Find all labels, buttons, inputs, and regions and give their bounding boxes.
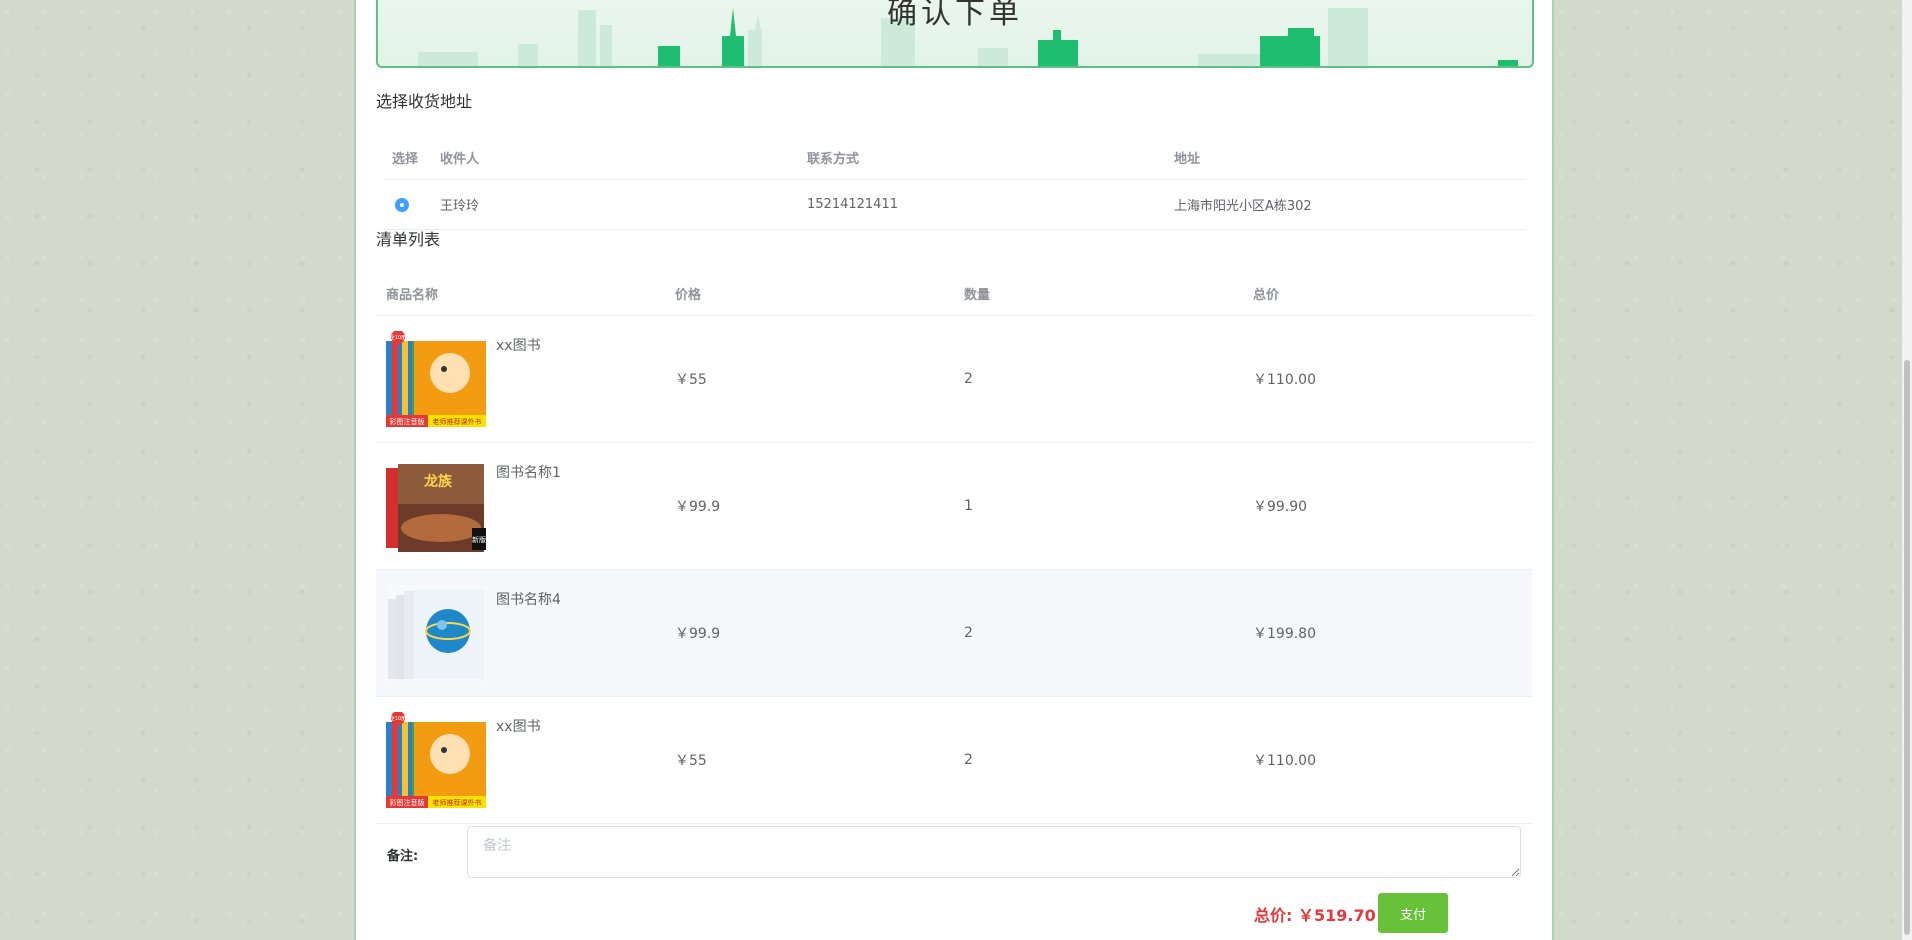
cart-table-header: 商品名称 价格 数量 总价: [376, 271, 1532, 316]
col-phone: 联系方式: [806, 135, 1173, 180]
col-receiver: 收件人: [439, 135, 806, 180]
qty-cell: 1: [954, 442, 1243, 570]
total-cell: ￥199.80: [1243, 569, 1532, 697]
cart-section-title: 清单列表: [376, 230, 441, 249]
col-goods-name: 商品名称: [376, 271, 665, 316]
remark-label: 备注:: [387, 849, 419, 864]
goods-name: xx图书: [496, 338, 541, 354]
header-banner: 确认下单: [376, 0, 1534, 68]
dragon-book-cover-icon: 龙族 新版: [386, 458, 486, 554]
address-select-cell: [384, 179, 439, 230]
price-cell: ￥55: [665, 696, 954, 824]
address-row[interactable]: 王玲玲 15214121411 上海市阳光小区A栋302: [384, 179, 1526, 230]
col-select: 选择: [384, 135, 439, 180]
order-total: 总价: ￥519.70: [1254, 902, 1376, 926]
total-cell: ￥110.00: [1243, 315, 1532, 443]
cart-row: 彩图注音版 老师推荐课外书 全10册 xx图书 ￥55 2 ￥110.00: [376, 696, 1532, 824]
remark-textarea[interactable]: [467, 826, 1521, 878]
svg-text:彩图注音版: 彩图注音版: [390, 417, 425, 426]
receiver-cell: 王玲玲: [439, 179, 806, 230]
svg-text:老师推荐课外书: 老师推荐课外书: [433, 417, 482, 426]
order-total-value: ￥519.70: [1297, 906, 1376, 925]
phone-cell: 15214121411: [806, 179, 1173, 230]
qty-cell: 2: [954, 696, 1243, 824]
qty-cell: 2: [954, 569, 1243, 697]
blue-globe-book-cover-icon: [386, 585, 486, 681]
order-total-label: 总价:: [1254, 906, 1293, 925]
pay-button[interactable]: 支付: [1378, 893, 1448, 933]
scrollbar-thumb[interactable]: [1904, 360, 1910, 935]
svg-text:全10册: 全10册: [390, 715, 406, 722]
checkout-page: 确认下单 选择收货地址 选择 收件人 联系方式 地址 王玲玲 152141214…: [354, 0, 1554, 940]
goods-cell: 彩图注音版 老师推荐课外书 全10册 xx图书: [376, 315, 665, 443]
svg-text:全10册: 全10册: [390, 334, 406, 341]
col-total: 总价: [1243, 271, 1532, 316]
address-section-title: 选择收货地址: [376, 92, 473, 111]
cart-row: 图书名称4 ￥99.9 2 ￥199.80: [376, 569, 1532, 697]
goods-name: xx图书: [496, 719, 541, 735]
col-address: 地址: [1173, 135, 1526, 180]
cart-table: 商品名称 价格 数量 总价 彩图注音版 老师推荐课外书 全10册 xx图书 ￥5…: [376, 271, 1532, 824]
col-price: 价格: [665, 271, 954, 316]
svg-text:老师推荐课外书: 老师推荐课外书: [433, 798, 482, 807]
orange-kids-book-cover-icon: 彩图注音版 老师推荐课外书 全10册: [386, 330, 486, 427]
col-qty: 数量: [954, 271, 1243, 316]
price-cell: ￥55: [665, 315, 954, 443]
total-cell: ￥110.00: [1243, 696, 1532, 824]
address-table: 选择 收件人 联系方式 地址 王玲玲 15214121411 上海市阳光小区A栋…: [384, 135, 1526, 230]
goods-cell: 彩图注音版 老师推荐课外书 全10册 xx图书: [376, 696, 665, 824]
price-cell: ￥99.9: [665, 442, 954, 570]
page-scrollbar[interactable]: [1902, 0, 1912, 940]
goods-cell: 图书名称4: [376, 569, 665, 697]
address-radio[interactable]: [395, 197, 409, 212]
orange-kids-book-cover-icon: 彩图注音版 老师推荐课外书 全10册: [386, 711, 486, 808]
svg-text:龙族: 龙族: [423, 473, 453, 490]
address-cell: 上海市阳光小区A栋302: [1173, 179, 1526, 230]
cart-row: 彩图注音版 老师推荐课外书 全10册 xx图书 ￥55 2 ￥110.00: [376, 315, 1532, 443]
goods-cell: 龙族 新版 图书名称1: [376, 442, 665, 570]
cart-row: 龙族 新版 图书名称1 ￥99.9 1 ￥99.90: [376, 442, 1532, 570]
goods-name: 图书名称1: [496, 465, 561, 481]
qty-cell: 2: [954, 315, 1243, 443]
price-cell: ￥99.9: [665, 569, 954, 697]
total-cell: ￥99.90: [1243, 442, 1532, 570]
svg-text:彩图注音版: 彩图注音版: [390, 798, 425, 807]
address-table-header: 选择 收件人 联系方式 地址: [384, 135, 1526, 180]
page-title: 确认下单: [887, 0, 1023, 31]
svg-text:新版: 新版: [472, 535, 486, 544]
goods-name: 图书名称4: [496, 592, 561, 608]
